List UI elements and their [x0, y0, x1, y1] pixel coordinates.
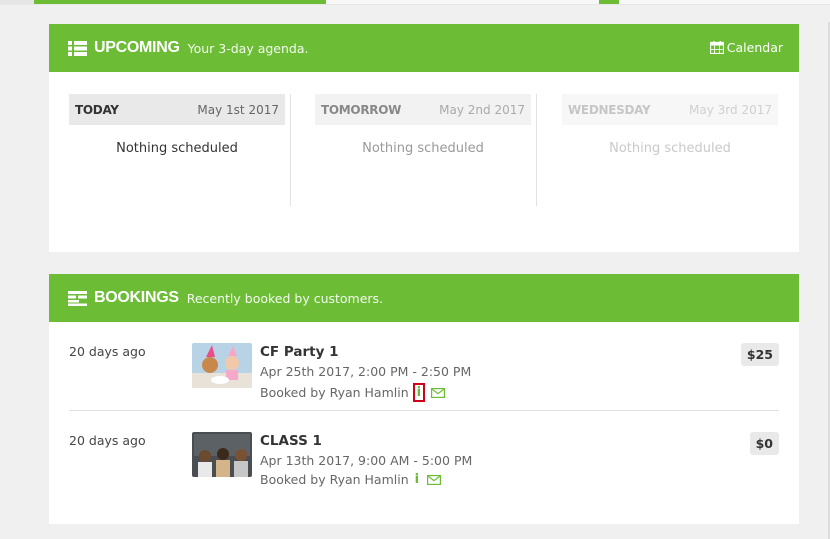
booking-customer: Booked by Ryan Hamlin i: [260, 472, 442, 487]
list-icon: [68, 40, 87, 56]
upcoming-panel: UPCOMING Your 3-day agenda. Calendar TOD…: [49, 24, 799, 252]
top-bar-segment: [326, 0, 599, 4]
calendar-link[interactable]: Calendar: [709, 40, 783, 55]
column-divider: [290, 94, 291, 206]
top-bar-segment: [34, 0, 326, 4]
day-column-tomorrow: TOMORROW May 2nd 2017 Nothing scheduled: [315, 94, 531, 156]
day-empty-message: Nothing scheduled: [362, 141, 484, 156]
day-name: TODAY: [75, 102, 119, 117]
column-divider: [536, 94, 537, 206]
booking-thumbnail-class: [192, 432, 252, 477]
day-empty-message: Nothing scheduled: [116, 141, 238, 156]
upcoming-title: UPCOMING: [94, 39, 180, 56]
booking-price: $0: [749, 432, 779, 455]
day-column-today: TODAY May 1st 2017 Nothing scheduled: [69, 94, 285, 156]
booking-age: 20 days ago: [69, 433, 146, 448]
day-name: TOMORROW: [321, 102, 402, 117]
booking-customer: Booked by Ryan Hamlin i: [260, 383, 446, 402]
booking-row[interactable]: 20 days ago CF Party 1 Apr 25th 2017, 2:…: [69, 322, 779, 411]
booking-age: 20 days ago: [69, 344, 146, 359]
day-header: WEDNESDAY May 3rd 2017: [562, 94, 778, 125]
calendar-icon: [709, 41, 724, 54]
day-date: May 3rd 2017: [689, 102, 772, 117]
top-bar-segment: [599, 0, 619, 4]
top-bar-segment: [619, 0, 830, 4]
bookings-header: BOOKINGS Recently booked by customers.: [49, 274, 799, 322]
info-icon[interactable]: i: [412, 383, 426, 402]
booking-name[interactable]: CF Party 1: [260, 344, 338, 360]
booking-name[interactable]: CLASS 1: [260, 433, 322, 449]
day-name: WEDNESDAY: [568, 102, 651, 117]
booking-row[interactable]: 20 days ago CLASS 1 Apr 13th 2017, 9:00 …: [69, 411, 779, 500]
upcoming-subtitle: Your 3-day agenda.: [187, 40, 309, 56]
booking-time: Apr 25th 2017, 2:00 PM - 2:50 PM: [260, 364, 472, 379]
bookings-subtitle: Recently booked by customers.: [186, 290, 384, 306]
booking-time: Apr 13th 2017, 9:00 AM - 5:00 PM: [260, 453, 473, 468]
day-empty-message: Nothing scheduled: [609, 141, 731, 156]
bookings-panel: BOOKINGS Recently booked by customers. 2…: [49, 274, 799, 524]
envelope-icon[interactable]: [427, 474, 442, 485]
bookings-icon: [68, 290, 87, 306]
day-header: TODAY May 1st 2017: [69, 94, 285, 125]
day-header: TOMORROW May 2nd 2017: [315, 94, 531, 125]
day-date: May 1st 2017: [197, 102, 279, 117]
info-icon[interactable]: i: [413, 472, 421, 487]
calendar-label: Calendar: [726, 40, 783, 55]
envelope-icon[interactable]: [431, 387, 446, 398]
upcoming-header: UPCOMING Your 3-day agenda. Calendar: [49, 24, 799, 72]
booked-by-text: Booked by Ryan Hamlin: [260, 472, 409, 487]
booking-price: $25: [740, 343, 779, 366]
day-column-wednesday: WEDNESDAY May 3rd 2017 Nothing scheduled: [562, 94, 778, 156]
day-date: May 2nd 2017: [439, 102, 525, 117]
booking-thumbnail-party: [192, 343, 252, 388]
top-progress-bar: [0, 0, 830, 5]
booked-by-text: Booked by Ryan Hamlin: [260, 385, 409, 400]
bookings-title: BOOKINGS: [94, 289, 179, 306]
